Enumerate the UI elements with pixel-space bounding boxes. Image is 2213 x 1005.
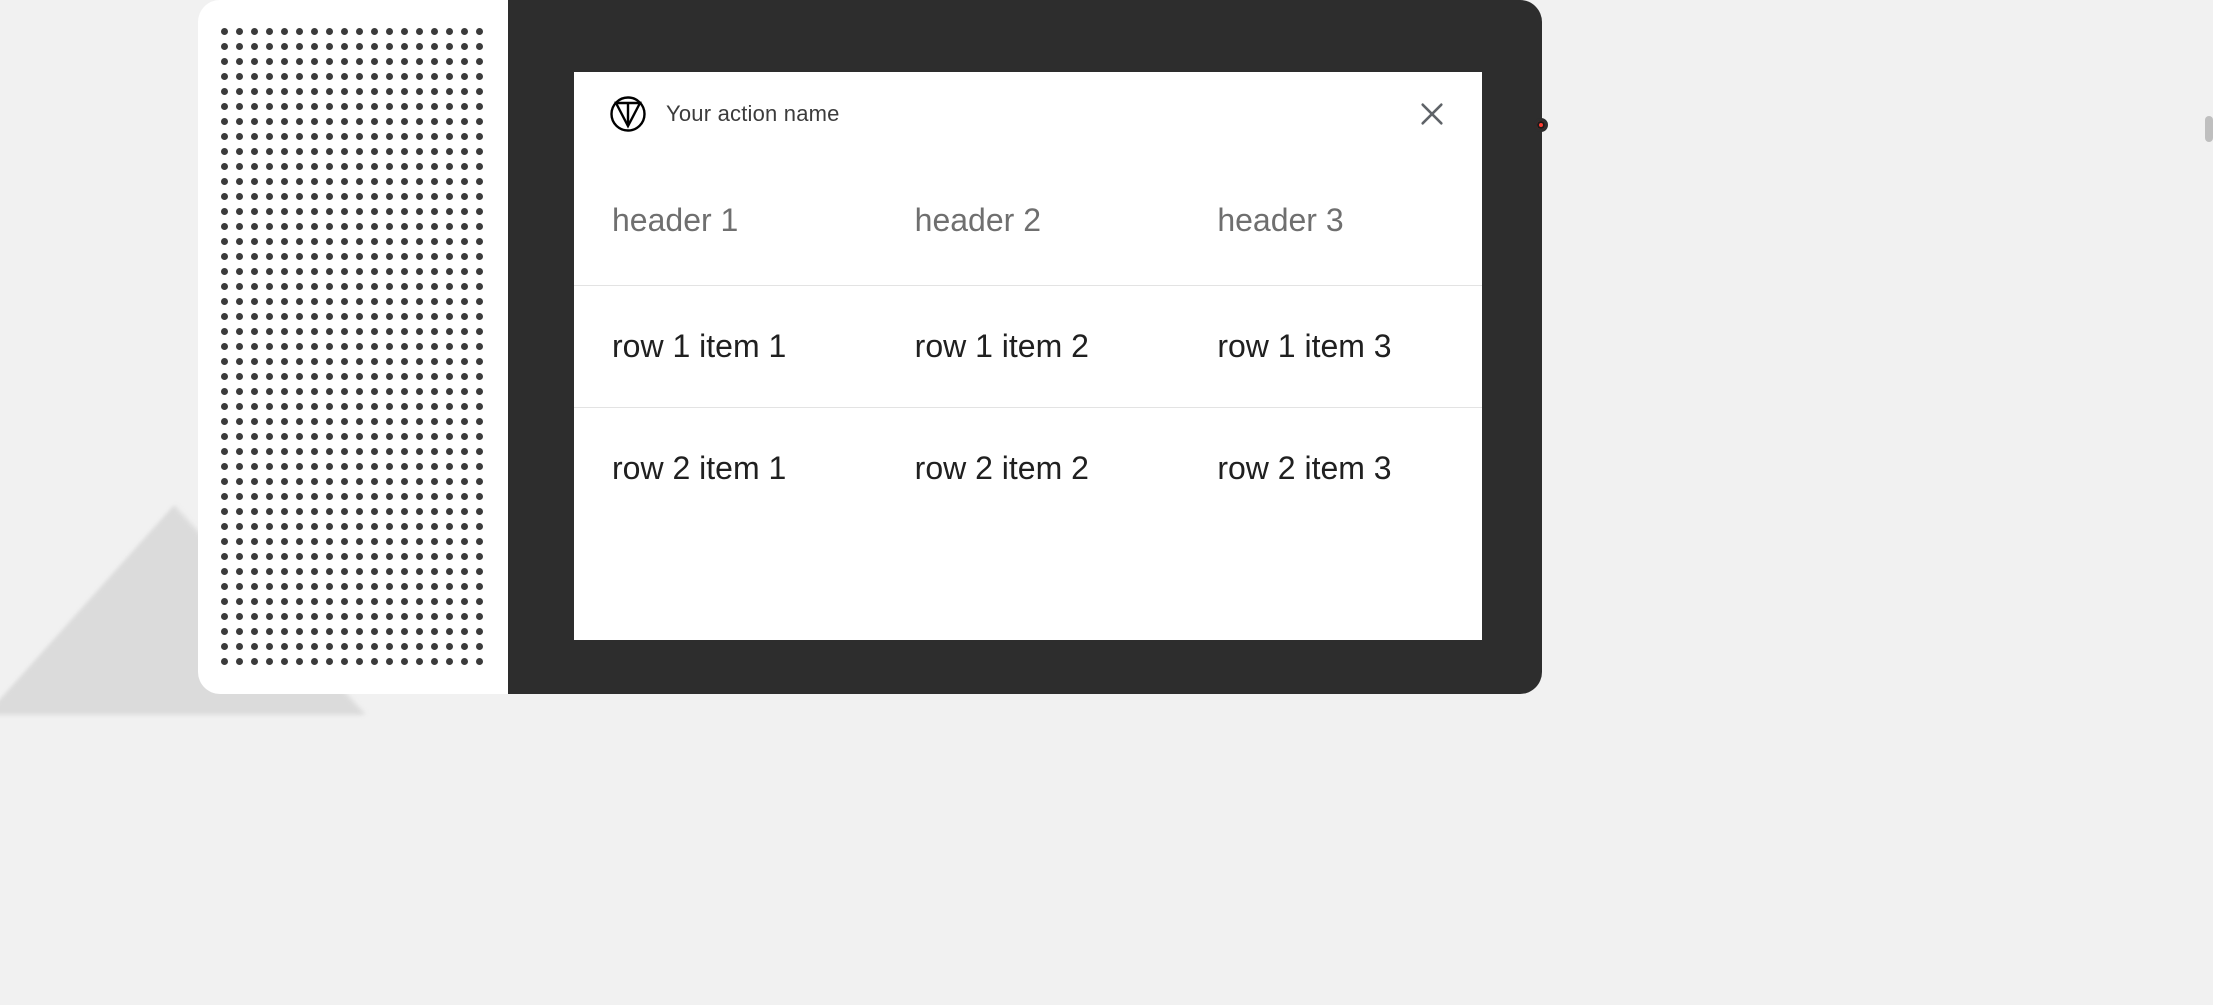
table-header-cell: header 3 (1179, 156, 1482, 286)
table-header-row: header 1 header 2 header 3 (574, 156, 1482, 286)
speaker-grille (198, 0, 508, 694)
table-cell: row 1 item 1 (574, 286, 877, 408)
table-row: row 2 item 1 row 2 item 2 row 2 item 3 (574, 408, 1482, 530)
data-table: header 1 header 2 header 3 row 1 item 1 … (574, 156, 1482, 529)
right-edge-decoration (2205, 116, 2213, 142)
device-screen: Your action name header 1 header 2 heade… (508, 0, 1542, 694)
speaker-dot-grid (221, 28, 485, 667)
action-logo-icon (610, 96, 646, 132)
smart-display-device: Your action name header 1 header 2 heade… (198, 0, 1542, 694)
table-header-cell: header 2 (877, 156, 1180, 286)
close-icon[interactable] (1418, 100, 1446, 128)
table-row: row 1 item 1 row 1 item 2 row 1 item 3 (574, 286, 1482, 408)
table-cell: row 1 item 2 (877, 286, 1180, 408)
table-header-cell: header 1 (574, 156, 877, 286)
card-title: Your action name (666, 101, 840, 127)
table-cell: row 2 item 3 (1179, 408, 1482, 530)
action-card: Your action name header 1 header 2 heade… (574, 72, 1482, 640)
table-cell: row 2 item 1 (574, 408, 877, 530)
table-cell: row 2 item 2 (877, 408, 1180, 530)
card-header: Your action name (574, 72, 1482, 156)
table-cell: row 1 item 3 (1179, 286, 1482, 408)
camera-indicator (1534, 118, 1548, 132)
